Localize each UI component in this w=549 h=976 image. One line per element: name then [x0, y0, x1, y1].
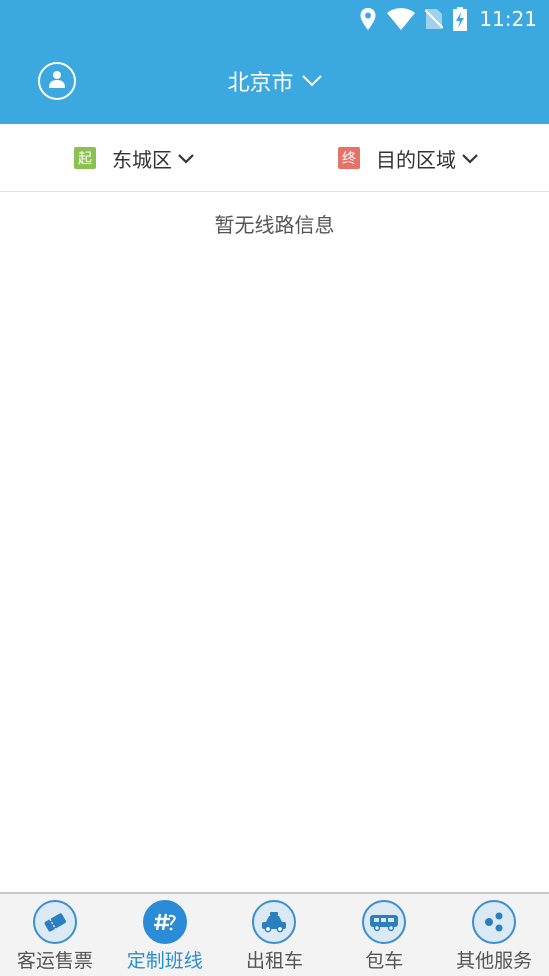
destination-value: 目的区域: [376, 147, 456, 172]
nav-label: 包车: [365, 950, 404, 972]
origin-tag: 起: [74, 147, 96, 169]
status-bar: 11:21: [0, 0, 549, 38]
city-name[interactable]: 北京市: [227, 65, 293, 97]
wifi-icon: [387, 8, 416, 30]
nav-label: 定制班线: [126, 950, 203, 972]
bus-icon: [362, 900, 407, 944]
share-dots-icon: [472, 900, 517, 944]
taxi-icon: [252, 900, 297, 944]
chevron-down-icon: [462, 149, 478, 168]
destination-tag: 终: [338, 147, 360, 169]
nav-item-custom-route[interactable]: 定制班线: [110, 894, 220, 976]
nav-label: 出租车: [245, 950, 303, 972]
no-sim-icon: [425, 8, 444, 30]
title-bar: 北京市: [0, 38, 549, 124]
nav-label: 其他服务: [456, 950, 533, 972]
battery-charging-icon: [453, 7, 468, 31]
route-selector-bar: 起 东城区 终 目的区域: [0, 124, 549, 192]
location-icon: [359, 7, 377, 31]
profile-button[interactable]: [38, 62, 76, 100]
ticket-icon: [32, 900, 77, 944]
custom-route-icon: [142, 900, 187, 944]
nav-item-other-services[interactable]: 其他服务: [439, 894, 549, 976]
user-icon: [48, 70, 66, 92]
empty-state-message: 暂无线路信息: [214, 213, 335, 237]
chevron-down-icon: [178, 149, 194, 168]
status-icons: 11:21: [359, 5, 537, 33]
status-time: 11:21: [479, 7, 537, 31]
destination-selector[interactable]: 终 目的区域: [338, 124, 478, 192]
nav-label: 客运售票: [16, 950, 93, 972]
bottom-nav: 客运售票 定制班线 出租车 包车 其他服务: [0, 892, 549, 976]
origin-value: 东城区: [112, 147, 172, 172]
chevron-down-icon[interactable]: [301, 72, 322, 91]
city-selector: 北京市: [0, 62, 549, 100]
nav-item-ticketing[interactable]: 客运售票: [0, 894, 110, 976]
origin-selector[interactable]: 起 东城区: [74, 124, 194, 192]
screen: 11:21 北京市 起 东城区 终 目的区域 暂无线路信息 客运售票 定制班线 …: [0, 0, 549, 976]
nav-item-charter[interactable]: 包车: [329, 894, 439, 976]
nav-item-taxi[interactable]: 出租车: [220, 894, 330, 976]
header: 11:21 北京市: [0, 0, 549, 124]
